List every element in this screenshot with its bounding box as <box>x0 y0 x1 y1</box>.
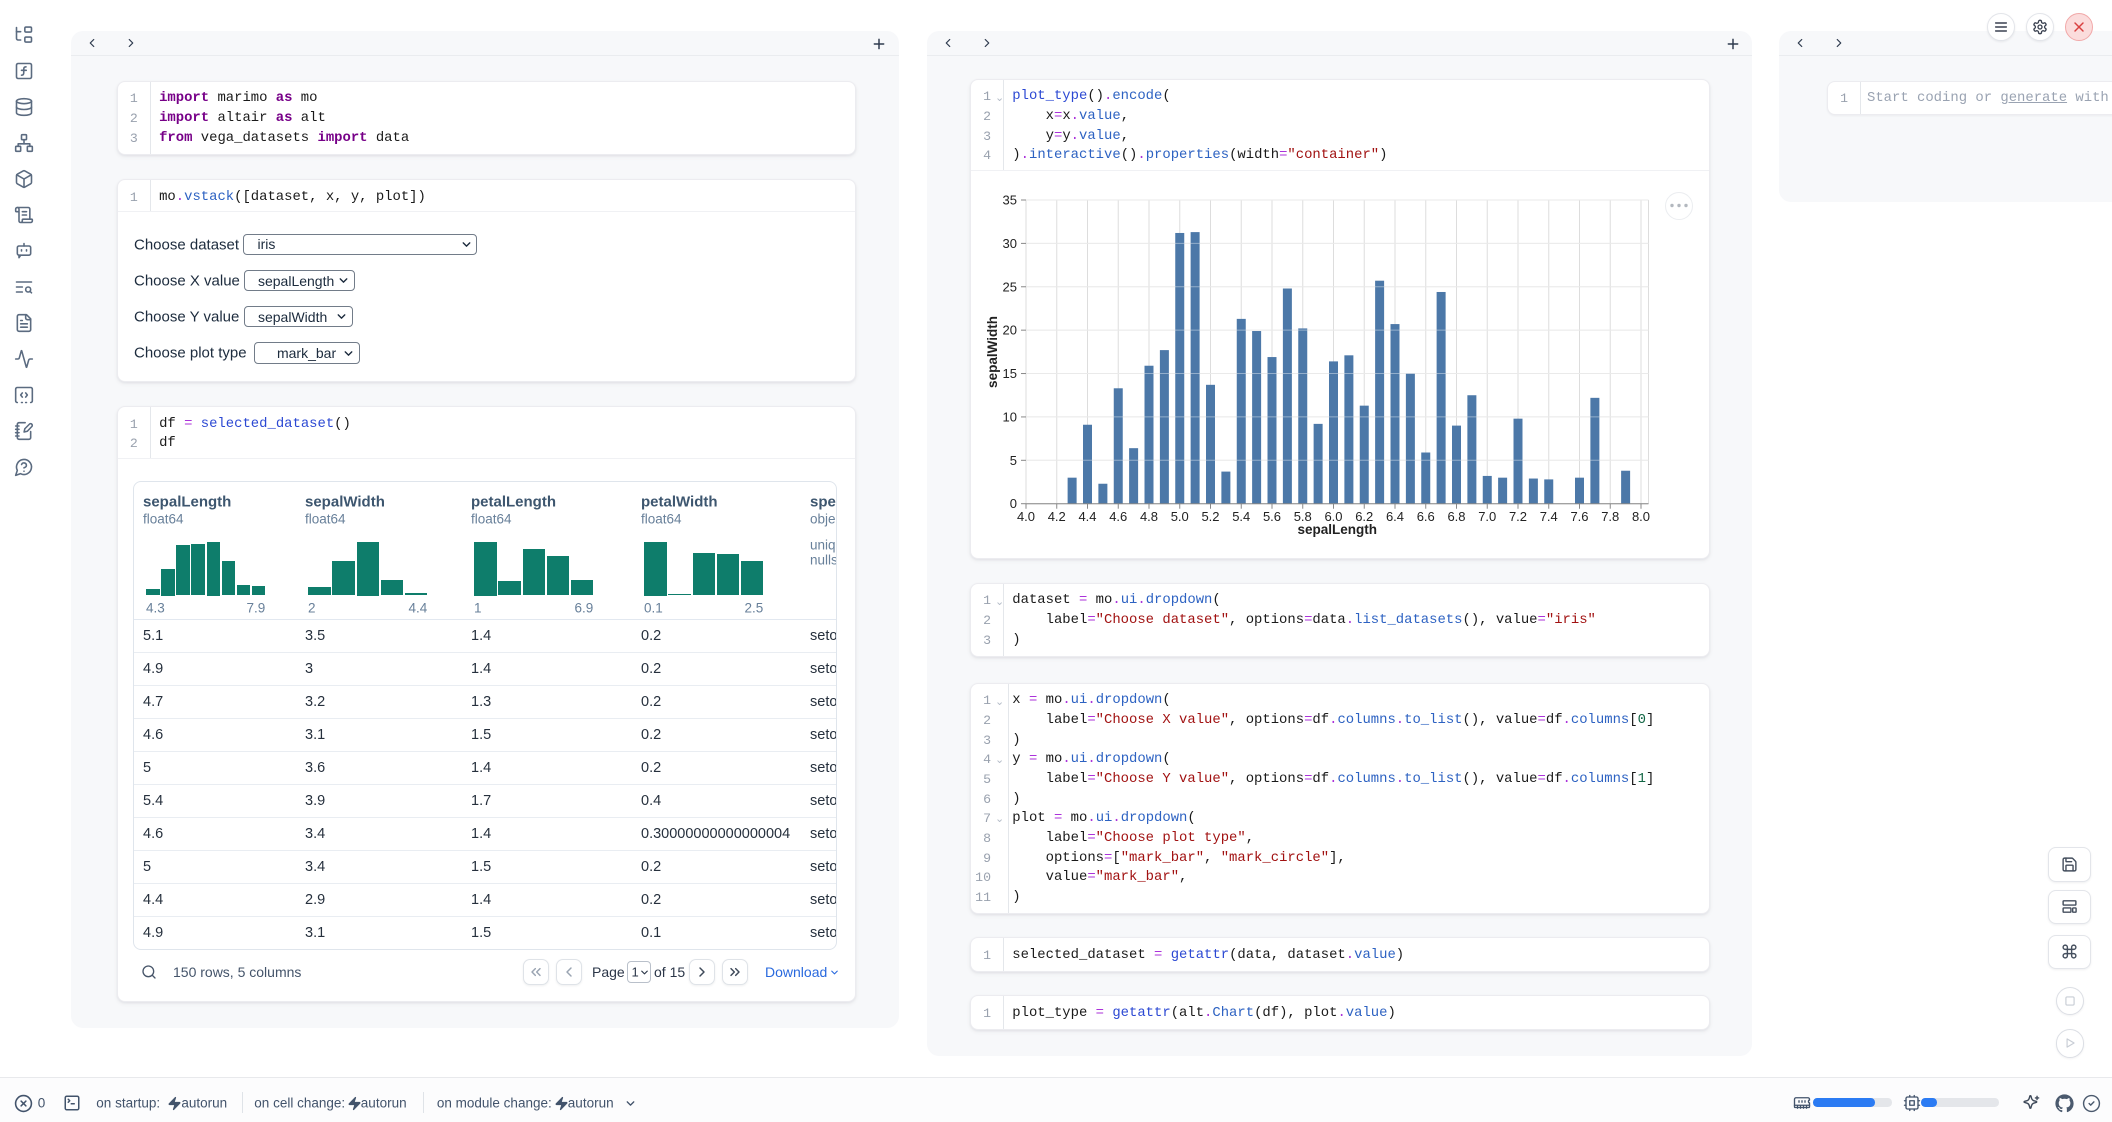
svg-text:10: 10 <box>1003 409 1017 424</box>
svg-text:7.2: 7.2 <box>1509 509 1527 524</box>
svg-text:6.8: 6.8 <box>1447 509 1465 524</box>
svg-text:5.2: 5.2 <box>1201 509 1219 524</box>
svg-text:35: 35 <box>1003 193 1017 208</box>
svg-text:5.0: 5.0 <box>1171 509 1189 524</box>
svg-text:5: 5 <box>1010 453 1017 468</box>
svg-text:4.0: 4.0 <box>1017 509 1035 524</box>
svg-text:5.6: 5.6 <box>1263 509 1281 524</box>
svg-text:6.4: 6.4 <box>1386 509 1404 524</box>
svg-text:7.8: 7.8 <box>1601 509 1619 524</box>
svg-text:4.8: 4.8 <box>1140 509 1158 524</box>
svg-text:7.0: 7.0 <box>1478 509 1496 524</box>
svg-text:4.4: 4.4 <box>1078 509 1096 524</box>
svg-text:6.6: 6.6 <box>1417 509 1435 524</box>
svg-text:8.0: 8.0 <box>1632 509 1650 524</box>
svg-text:sepalLength: sepalLength <box>1297 522 1377 537</box>
svg-text:7.6: 7.6 <box>1570 509 1588 524</box>
svg-text:4.6: 4.6 <box>1109 509 1127 524</box>
svg-text:20: 20 <box>1003 323 1017 338</box>
svg-text:5.4: 5.4 <box>1232 509 1250 524</box>
svg-text:4.2: 4.2 <box>1048 509 1066 524</box>
svg-text:7.4: 7.4 <box>1540 509 1558 524</box>
svg-text:15: 15 <box>1003 366 1017 381</box>
svg-text:30: 30 <box>1003 236 1017 251</box>
svg-text:sepalWidth: sepalWidth <box>985 316 1000 388</box>
svg-text:0: 0 <box>1010 496 1017 511</box>
svg-text:25: 25 <box>1003 279 1017 294</box>
